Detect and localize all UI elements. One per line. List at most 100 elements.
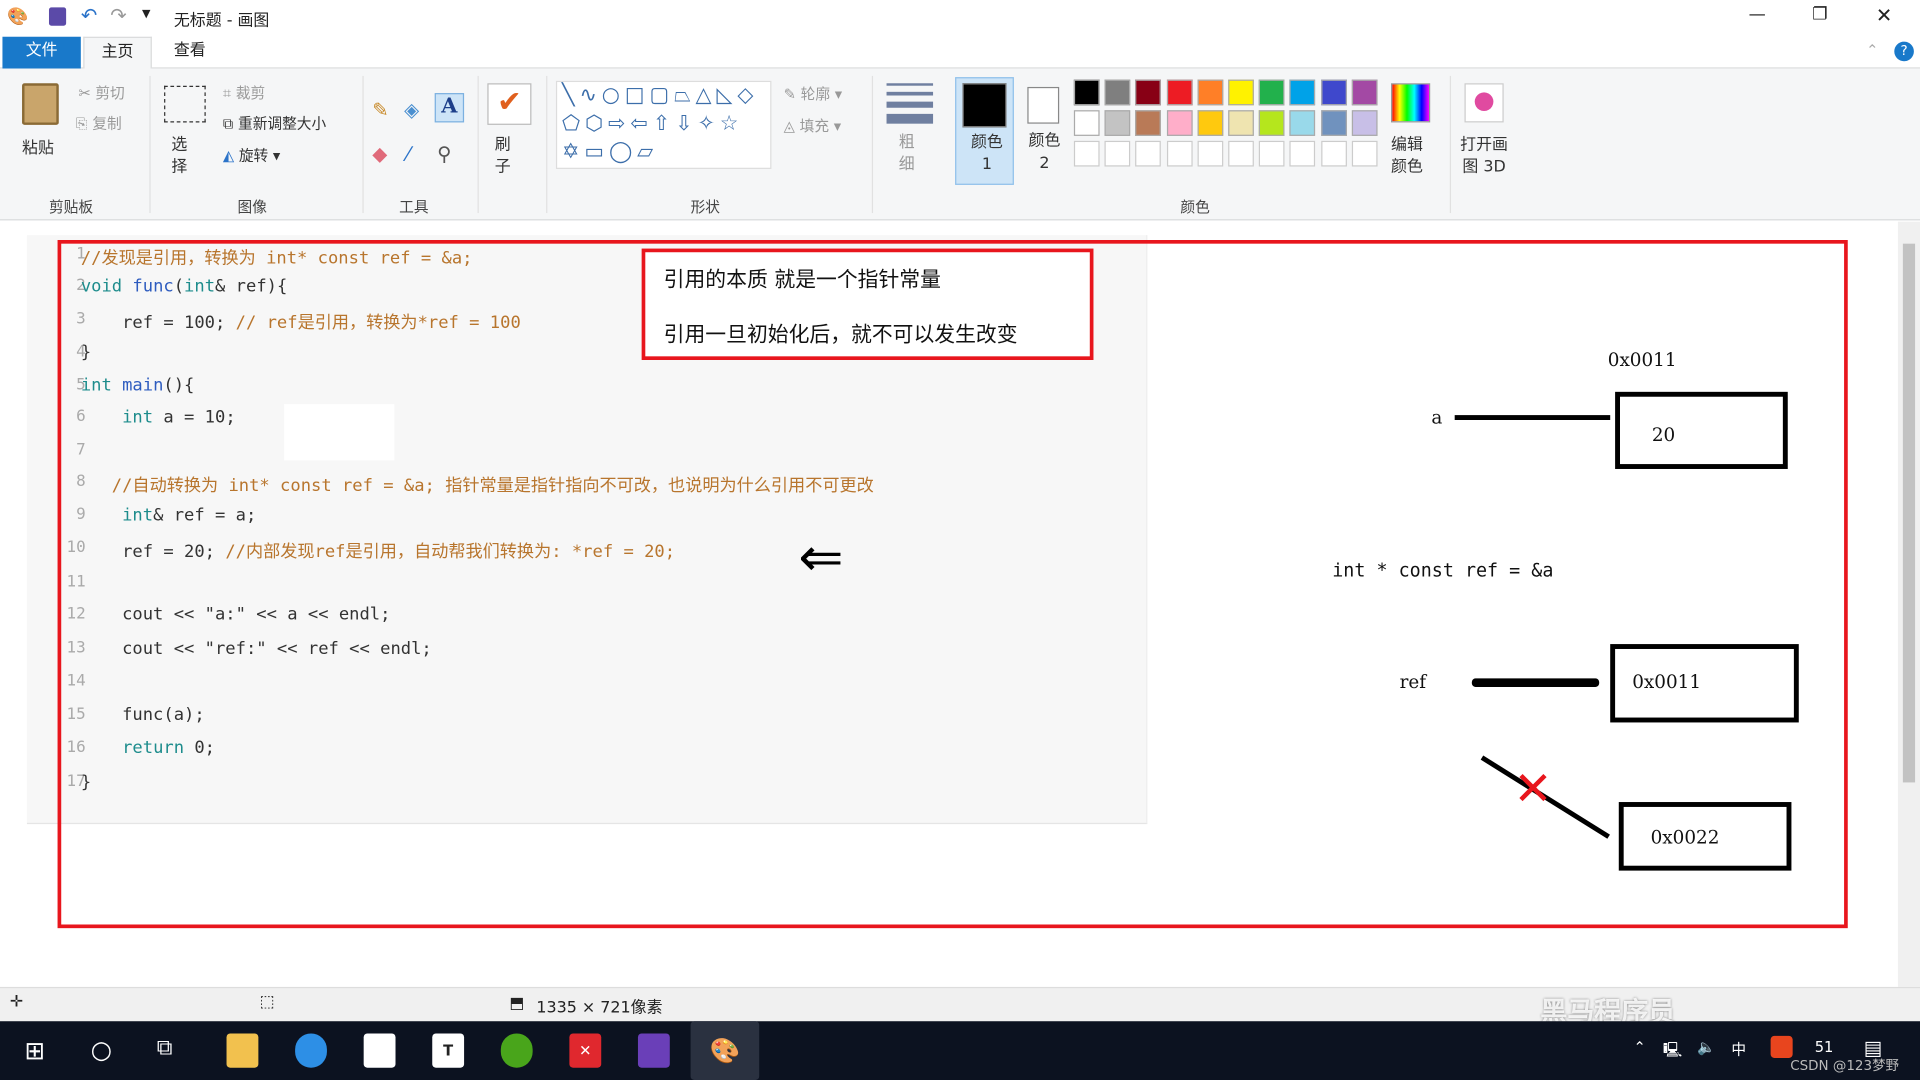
pencil-icon[interactable]: ✎: [372, 98, 388, 121]
paint3d-icon[interactable]: ●: [1464, 83, 1504, 123]
paste-button[interactable]: 粘贴: [22, 135, 54, 158]
color-swatch[interactable]: [1259, 79, 1285, 106]
save-icon[interactable]: [48, 7, 67, 26]
brushes-button[interactable]: 刷子: [495, 135, 512, 179]
file-explorer-icon[interactable]: [226, 1033, 259, 1068]
help-icon[interactable]: ?: [1894, 41, 1914, 62]
green-app-icon[interactable]: [500, 1033, 533, 1068]
box-a-value: 20: [1651, 423, 1676, 446]
shapes-gallery[interactable]: ╲∿○□▢⏢△◺◇⬠⬡⇨⇦⇧⇩✧☆✡▭◯▱: [555, 80, 772, 169]
undo-icon[interactable]: ↶: [81, 4, 97, 27]
color-swatch[interactable]: [1320, 140, 1347, 167]
color-swatch[interactable]: [1197, 79, 1224, 106]
color-swatch[interactable]: [1104, 140, 1131, 167]
color-swatch[interactable]: [1228, 110, 1254, 136]
resize-button[interactable]: ⧉ 重新调整大小: [223, 113, 326, 134]
memory-box-ref: 0x0011: [1610, 644, 1799, 723]
close-button[interactable]: ✕: [1876, 4, 1892, 27]
group-clipboard-label: 剪贴板: [48, 198, 94, 216]
color-swatch[interactable]: [1073, 79, 1100, 106]
volume-icon[interactable]: 🔈: [1697, 1038, 1715, 1055]
tab-view[interactable]: 查看: [157, 37, 223, 69]
baidu-netdisk-icon[interactable]: [363, 1033, 396, 1068]
xmind-icon[interactable]: ✕: [569, 1033, 602, 1068]
task-view-icon[interactable]: ⧉: [157, 1035, 173, 1061]
text-tool-icon[interactable]: A: [434, 93, 465, 123]
copy-button[interactable]: ⎘ 复制: [76, 113, 122, 134]
quick-access-dropdown[interactable]: ▼: [142, 9, 150, 21]
color-swatch[interactable]: [1135, 110, 1162, 136]
start-icon[interactable]: ⊞: [24, 1036, 45, 1065]
tab-file[interactable]: 文件: [2, 36, 81, 69]
size-icon[interactable]: [886, 83, 934, 124]
tab-home[interactable]: 主页: [83, 36, 152, 69]
color-swatch[interactable]: [1259, 140, 1285, 167]
color-swatch[interactable]: [1320, 79, 1347, 106]
edit-colors-button[interactable]: 编辑颜色: [1391, 135, 1428, 179]
magnifier-icon[interactable]: ⚲: [437, 142, 451, 165]
color-swatch[interactable]: [1289, 140, 1316, 167]
color-swatch[interactable]: [1228, 140, 1254, 167]
clock[interactable]: 51: [1815, 1038, 1834, 1055]
memory-box-a: 20: [1615, 391, 1788, 469]
visual-studio-icon[interactable]: [637, 1033, 670, 1068]
edge-icon[interactable]: [295, 1033, 327, 1068]
color-swatch[interactable]: [1228, 79, 1254, 106]
select-button[interactable]: 选择: [171, 135, 188, 179]
minimize-button[interactable]: —: [1749, 5, 1766, 25]
color2-button[interactable]: 颜色 2: [1019, 77, 1068, 185]
eraser-icon[interactable]: ◆: [372, 142, 387, 165]
color-swatch[interactable]: [1289, 79, 1316, 106]
color-swatch[interactable]: [1135, 79, 1162, 106]
brush-icon[interactable]: ✔: [487, 83, 532, 125]
outline-button[interactable]: ✎ 轮廓 ▾: [784, 83, 842, 104]
window-title: 无标题 - 画图: [173, 12, 270, 31]
color-swatch[interactable]: [1197, 140, 1224, 167]
cut-label: 剪切: [95, 84, 125, 102]
outline-label: 轮廓: [800, 85, 831, 103]
size-button[interactable]: 粗细: [899, 132, 916, 176]
color-swatch[interactable]: [1351, 79, 1378, 106]
fill-button[interactable]: ◬ 填充 ▾: [784, 115, 841, 136]
paint3d-button[interactable]: 打开画图 3D: [1457, 135, 1511, 179]
color-swatch[interactable]: [1135, 140, 1162, 167]
color-swatch[interactable]: [1104, 79, 1131, 106]
vertical-scrollbar[interactable]: [1897, 221, 1920, 987]
network-icon[interactable]: 🖳: [1663, 1038, 1683, 1064]
rotate-label: 旋转: [238, 146, 269, 165]
select-icon[interactable]: [164, 85, 206, 123]
clipboard-icon: [22, 83, 59, 125]
color1-button[interactable]: 颜色 1: [955, 77, 1014, 185]
color-swatch[interactable]: [1320, 110, 1347, 136]
redo-icon[interactable]: ↷: [110, 4, 126, 27]
rotate-button[interactable]: ◭ 旋转 ▾: [223, 144, 280, 165]
search-icon[interactable]: ○: [91, 1035, 112, 1064]
typora-icon[interactable]: T: [432, 1033, 465, 1068]
crop-button[interactable]: ⌗ 裁剪: [223, 82, 265, 103]
color-swatch[interactable]: [1166, 110, 1193, 136]
color-picker-icon[interactable]: ⁄: [407, 142, 410, 165]
paint-taskbar-icon[interactable]: 🎨: [690, 1021, 760, 1080]
restore-button[interactable]: ❐: [1812, 5, 1827, 25]
ime-indicator[interactable]: 中: [1731, 1038, 1746, 1059]
color-swatch[interactable]: [1104, 110, 1131, 136]
notes-box: 引用的本质 就是一个指针常量 引用一旦初始化后，就不可以发生改变: [641, 248, 1094, 361]
edit-colors-icon[interactable]: [1391, 83, 1431, 123]
var-ref-label: ref: [1399, 671, 1427, 694]
link-line-a: [1454, 415, 1611, 421]
color-swatch[interactable]: [1289, 110, 1316, 136]
color-swatch[interactable]: [1073, 110, 1100, 136]
color-swatch[interactable]: [1351, 110, 1378, 136]
color-swatch[interactable]: [1259, 110, 1285, 136]
color-swatch[interactable]: [1166, 140, 1193, 167]
expression-label: int * const ref = &a: [1332, 559, 1554, 582]
color-swatch[interactable]: [1351, 140, 1378, 167]
cut-button[interactable]: ✂ 剪切: [78, 82, 124, 103]
color-swatch[interactable]: [1073, 140, 1100, 167]
tray-chevron-icon[interactable]: ⌃: [1633, 1038, 1645, 1055]
collapse-ribbon-icon[interactable]: ⌃: [1866, 42, 1878, 59]
menu-tabs: 文件 主页 查看 ⌃ ?: [0, 36, 1920, 69]
color-swatch[interactable]: [1166, 79, 1193, 106]
color-swatch[interactable]: [1197, 110, 1224, 136]
fill-bucket-icon[interactable]: ◈: [404, 98, 419, 121]
